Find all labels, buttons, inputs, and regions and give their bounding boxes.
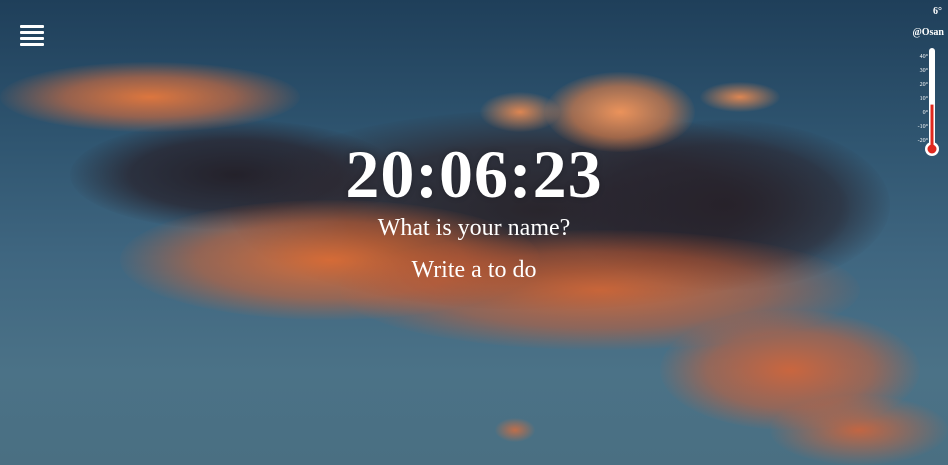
thermometer-bulb — [927, 144, 937, 154]
thermometer-icon — [925, 48, 939, 156]
thermometer: 40° 30° 20° 10° 0° -10° -20° — [900, 44, 948, 159]
clock-display: 20:06:23 — [345, 136, 603, 212]
todo-prompt[interactable]: Write a to do — [0, 254, 948, 286]
name-prompt[interactable]: What is your name? — [0, 212, 948, 244]
thermometer-mercury — [930, 104, 934, 149]
menu-button[interactable] — [20, 24, 44, 48]
weather-widget: 6° @Osan 40° 30° 20° 10° 0° -10° -20° — [900, 6, 948, 156]
temperature-value: 6° — [933, 6, 942, 17]
weather-location: @Osan — [912, 27, 944, 38]
